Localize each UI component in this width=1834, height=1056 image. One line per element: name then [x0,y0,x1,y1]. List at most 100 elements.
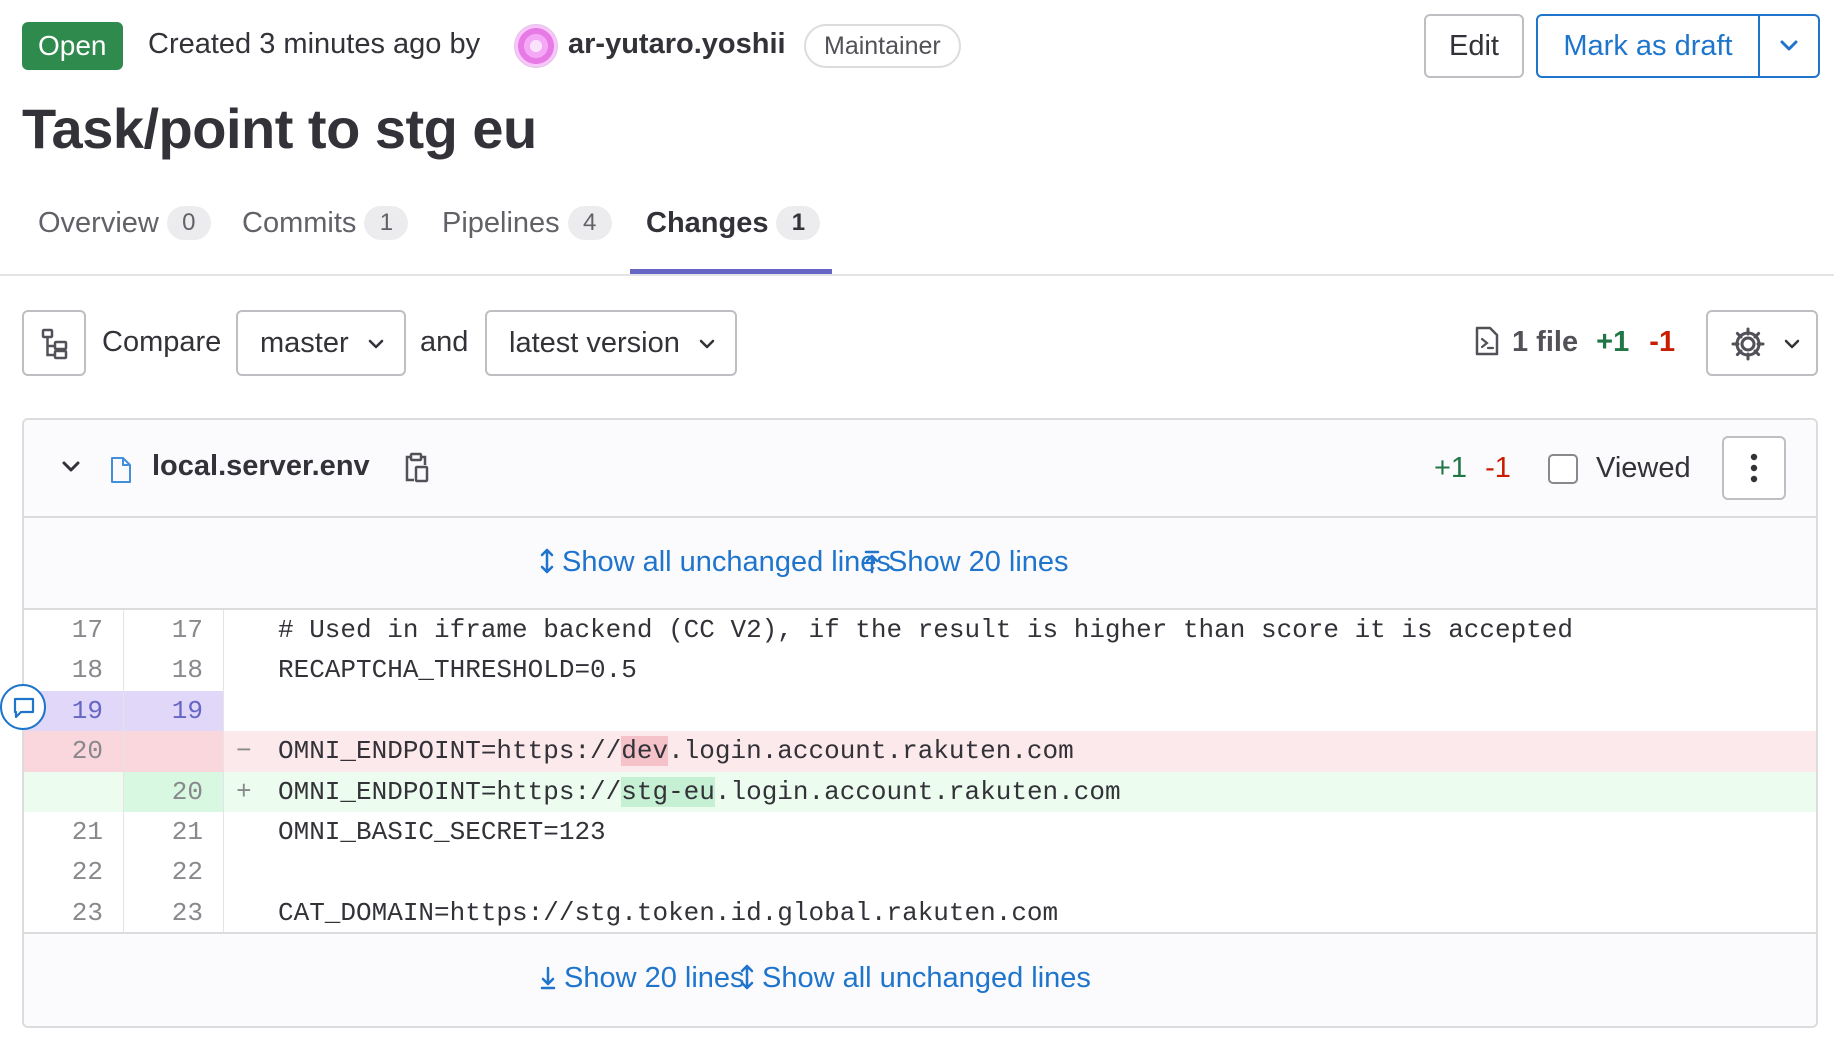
removed-sign: − [236,736,252,767]
new-line-number[interactable]: 20 [124,771,224,812]
expand-link-label: Show 20 lines [888,546,1069,578]
tab-commits[interactable]: Commits 1 [242,206,409,272]
tab-count: 1 [776,206,821,240]
file-icon [111,457,131,483]
code-text: .login.account.rakuten.com [714,776,1121,807]
target-version-dropdown[interactable]: latest version [485,310,737,376]
code-text: .login.account.rakuten.com [668,736,1074,767]
mr-tabs: Overview 0 Commits 1 Pipelines 4 Changes 1 [0,196,1834,276]
chevron-down-icon [699,339,715,349]
kebab-icon [1750,453,1758,483]
author-link[interactable]: ar-yutaro.yoshii [568,28,786,61]
line-code: OMNI_ENDPOINT=https://dev.login.account.… [278,731,1074,771]
tab-count: 0 [166,206,211,240]
mark-as-draft-button[interactable]: Mark as draft [1538,16,1758,76]
line-code: # Used in iframe backend (CC V2), if the… [278,615,1574,645]
show-20-lines-up[interactable]: Show 20 lines [864,546,1069,579]
status-badge: Open [22,22,123,70]
gear-icon [1731,327,1765,361]
draft-options-toggle[interactable] [1760,16,1818,76]
added-sign: + [236,776,252,807]
tab-pipelines[interactable]: Pipelines 4 [442,206,612,272]
code-text: OMNI_ENDPOINT=https:// [278,736,622,767]
file-deletions: -1 [1485,452,1511,484]
new-line-number[interactable]: 18 [124,650,224,691]
file-additions: +1 [1434,452,1468,484]
expand-icon [740,964,754,990]
diff-line: 18 18 RECAPTCHA_THRESHOLD=0.5 [24,650,1816,691]
tab-label: Overview [38,207,159,239]
source-branch-dropdown[interactable]: master [236,310,406,376]
show-all-unchanged-lines-top[interactable]: Show all unchanged lines [540,546,891,579]
tab-label: Commits [242,207,357,239]
file-diff-icon [1475,326,1499,356]
mr-header: Open Created 3 minutes ago by ar-yutaro.… [22,14,1834,78]
expand-bar-bottom: Show 20 lines Show all unchanged lines [24,932,1816,1026]
new-line-number[interactable]: 21 [124,811,224,853]
chevron-down-icon [1784,339,1800,349]
old-line-number[interactable]: 20 [24,731,124,772]
diff-line-added: 20 + OMNI_ENDPOINT=https://stg-eu.login.… [24,771,1816,812]
diff-line-removed: 20 − OMNI_ENDPOINT=https://dev.login.acc… [24,731,1816,772]
file-tree-toggle-button[interactable] [22,310,86,376]
role-badge: Maintainer [804,24,961,68]
diff-settings-button[interactable] [1706,310,1818,376]
old-line-number[interactable]: 22 [24,852,124,893]
added-highlight: stg-eu [621,776,715,807]
diff-line: 22 22 [24,852,1816,893]
chevron-down-icon[interactable] [62,460,80,474]
expand-link-label: Show all unchanged lines [762,962,1091,994]
comment-icon [13,697,35,719]
file-options-button[interactable] [1722,436,1786,500]
tab-label: Changes [646,207,769,239]
additions-count: +1 [1596,326,1630,358]
expand-link-label: Show all unchanged lines [562,546,891,578]
target-version-value: latest version [509,327,680,359]
edit-button[interactable]: Edit [1424,14,1524,78]
expand-link-label: Show 20 lines [564,962,745,994]
new-line-number [124,731,224,772]
diff-stats-summary: 1 file +1 -1 [1512,326,1675,359]
file-diff-stats: +1 -1 [1434,452,1511,485]
active-tab-indicator [630,269,832,274]
code-text: OMNI_ENDPOINT=https:// [278,776,622,807]
viewed-label[interactable]: Viewed [1596,452,1691,485]
copy-icon[interactable] [404,452,430,484]
add-comment-button[interactable] [0,684,46,730]
chevron-down-icon [368,339,384,349]
avatar[interactable] [514,24,558,68]
file-tree-icon [41,328,68,360]
new-line-number[interactable]: 23 [124,892,224,934]
expand-bar-top: Show all unchanged lines Show 20 lines [24,518,1816,610]
created-text: Created 3 minutes ago by [148,28,481,60]
tab-count: 1 [364,206,409,240]
tab-label: Pipelines [442,207,560,239]
old-line-number[interactable]: 23 [24,892,124,934]
diff-line-highlighted: 19 19 [24,690,1816,732]
tab-changes[interactable]: Changes 1 [646,206,821,272]
expand-up-icon [864,550,880,574]
line-code: OMNI_BASIC_SECRET=123 [278,816,606,847]
new-line-number[interactable]: 17 [124,610,224,651]
old-line-number[interactable]: 17 [24,610,124,651]
show-all-unchanged-lines-bottom[interactable]: Show all unchanged lines [740,962,1091,995]
old-line-number [24,771,124,812]
removed-highlight: dev [621,736,669,767]
old-line-number[interactable]: 21 [24,811,124,853]
tab-overview[interactable]: Overview 0 [38,206,211,272]
show-20-lines-down[interactable]: Show 20 lines [540,962,745,995]
expand-down-icon [540,966,556,990]
diff-line: 21 21 OMNI_BASIC_SECRET=123 [24,811,1816,853]
diff-file: local.server.env +1 -1 Viewed Show all u… [22,418,1818,1028]
draft-button-group: Mark as draft [1536,14,1820,78]
old-line-number[interactable]: 18 [24,650,124,691]
diff-line: 23 23 CAT_DOMAIN=https://stg.token.id.gl… [24,892,1816,934]
file-name[interactable]: local.server.env [152,450,370,483]
file-count: 1 file [1512,326,1579,358]
diff-line: 17 17 # Used in iframe backend (CC V2), … [24,610,1816,651]
new-line-number[interactable]: 22 [124,852,224,893]
viewed-checkbox[interactable] [1548,454,1578,484]
diff-lines: 17 17 # Used in iframe backend (CC V2), … [24,610,1816,934]
tab-count: 4 [567,206,612,240]
new-line-number[interactable]: 19 [124,690,224,732]
